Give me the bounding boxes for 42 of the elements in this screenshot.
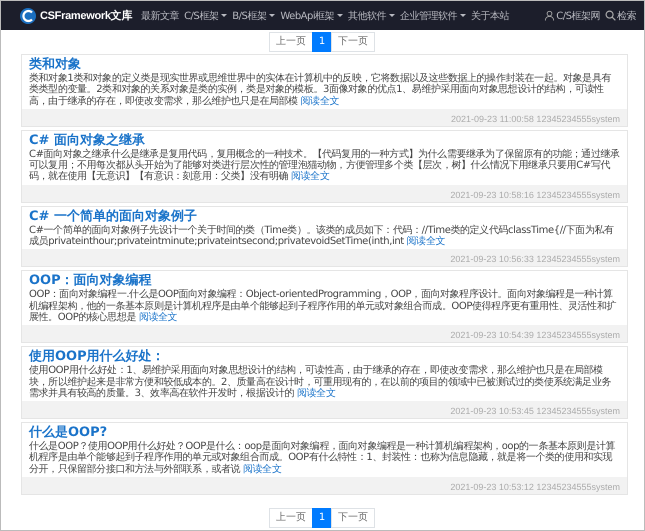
nav-link[interactable]: 关于本站 (471, 8, 510, 22)
article-summary: 使用OOP用什么好处：1、易维护采用面向对象思想设计的结构，可读性高，由于继承的存在，即使改变需求，那么维护也只是在局部模块，所以维护起来是非常方便和较低成本的。2、质量高在设计时，可重用现有的，在以前的项目的领域中已被测试过的类使系统满足业务需求并具有较高的质量。3、效率高在软件开发时，根据设计的 阅读全文 (28, 365, 612, 401)
article-title[interactable]: C# 面向对象之继承 (22, 130, 627, 149)
account-link[interactable]: C/S框架网 (544, 8, 600, 22)
article-meta: 2021-09-23 11:00:58 12345234555system (451, 114, 620, 124)
search-link[interactable]: 检索 (605, 8, 636, 22)
site-logo[interactable]: CSFramework文库 (19, 6, 132, 24)
logo-icon (19, 6, 37, 24)
read-more-link[interactable]: 阅读全文 (138, 312, 178, 323)
read-more-link[interactable]: 阅读全文 (300, 96, 339, 107)
search-icon (605, 10, 616, 21)
read-more-link[interactable]: 阅读全文 (406, 236, 446, 248)
nav-link[interactable]: 企业管理软件 (400, 8, 466, 22)
article-summary: 什么是OOP？使用OOP用什么好处？OOP是什么：oop是面向对象编程，面向对象编程是一种计算机编程架构，oop的一条基本原则是计算机程序是由单个能够起到子程序作用的单元或对象组合而成。OOP有什么特性：1、封装性：也称为信息隐藏，就是将一个类的使用和实现分开，只保留部分接口和方法与外部联系，或者说 阅读全文 (28, 441, 616, 477)
page-link[interactable]: 1 (312, 508, 332, 528)
nav-link[interactable]: 最新文章 (141, 8, 180, 22)
page-link[interactable]: 下一页 (331, 32, 376, 52)
read-more-link[interactable]: 阅读全文 (290, 171, 330, 182)
article-title[interactable]: C# 一个简单的面向对象例子 (22, 206, 627, 225)
article-summary: C#面向对象之继承什么是继承是复用代码，复用概念的一种技术。【代码复用的一种方式】为什么需要继承为了保留原有的功能；通过继承可以复用；不用每次都从头开始为了能够对类进行层次性的管理泡猫动物，方便管理多个类【层次，树】什么情况下用继承只要用C#写代码，就在使用【无意识】【有意识：刻意用：父类】没有明确 阅读全文 (28, 148, 621, 184)
article-meta: 2021-09-23 10:58:16 12345234555system (450, 190, 620, 200)
page-link[interactable]: 下一页 (331, 508, 376, 528)
article-title[interactable]: 什么是OOP? (22, 423, 627, 442)
nav-link[interactable]: WebApi框架 (280, 8, 344, 22)
article-summary: OOP：面向对象编程一.什么是OOP面向对象编程：Object-orientedProgramming，OOP，面向对象程序设计。面向对象编程是一种计算机编程架构，他的一条基本原则是计算机程序是由单个能够起到子程序作用的单元或对象组合而成。OOP使得程序更有重用性、灵活性和扩展性。OOP的核心思想是 阅读全文 (28, 289, 618, 325)
article-meta: 2021-09-23 10:53:12 12345234555system (450, 482, 620, 492)
article-summary: C#一个简单的面向对象例子先设计一个关于时间的类（Time类）。该类的成员如下：代码：//Time类的定义代码classTime{//下面为私有成员privateinthour;privateintminute;privateintsecond;privatevoidSetTime(inth,int 阅读全文 (28, 224, 615, 250)
article-summary: 类和对象1类和对象的定义类是现实世界或思维世界中的实体在计算机中的反映，它将数据以及这些数据上的操作封装在一起。对象是具有类类型的变量。2类和对象的关系对象是类的实例，类是对象的模板。3面像对象的优点1、易维护采用面向对象思想设计的结构，可读性高，由于继承的存在，即使改变需求，那么维护也只是在局部模 阅读全文 (28, 73, 612, 109)
article-meta: 2021-09-23 10:53:45 12345234555system (450, 406, 620, 416)
article-title[interactable]: 使用OOP用什么好处： (22, 347, 627, 366)
article-meta: 2021-09-23 10:54:39 12345234555system (450, 330, 620, 340)
user-icon (544, 10, 556, 21)
page-link[interactable]: 1 (312, 32, 332, 52)
article-title[interactable]: OOP：面向对象编程 (22, 271, 627, 290)
read-more-link[interactable]: 阅读全文 (242, 464, 282, 475)
nav-link[interactable]: 其他软件 (348, 8, 396, 22)
brand-name: CSFramework文库 (40, 8, 132, 23)
nav-link[interactable]: B/S框架 (232, 8, 276, 22)
read-more-link[interactable]: 阅读全文 (296, 388, 336, 399)
article-title[interactable]: 类和对象 (22, 55, 627, 73)
nav-link[interactable]: C/S框架 (184, 8, 228, 22)
article-meta: 2021-09-23 10:56:33 12345234555system (450, 254, 620, 264)
